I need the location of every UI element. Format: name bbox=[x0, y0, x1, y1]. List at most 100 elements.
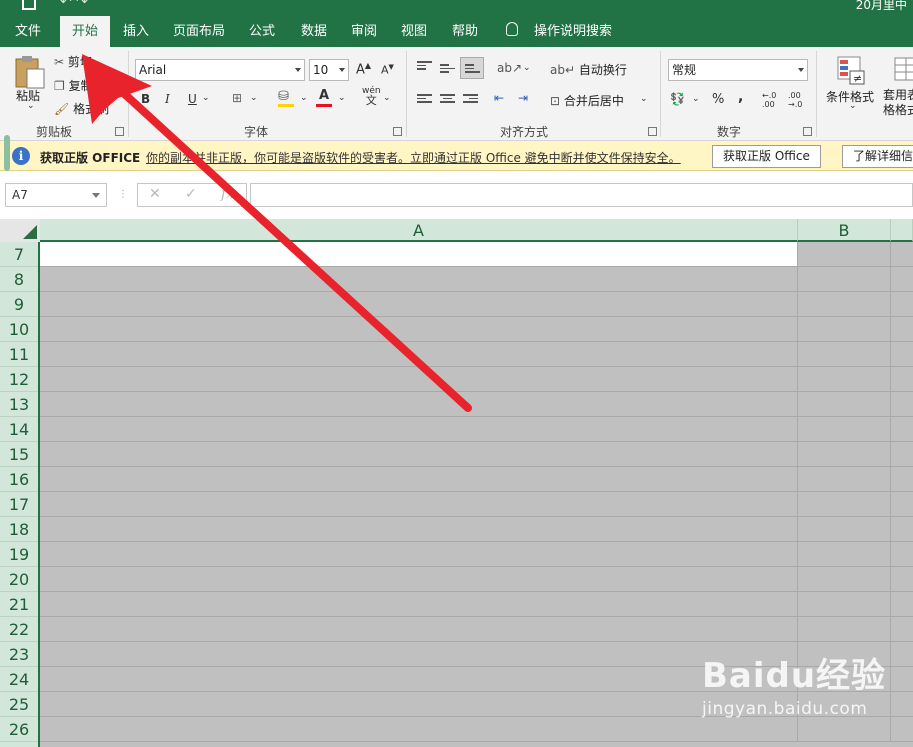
paste-dropdown-icon[interactable]: ⌄ bbox=[27, 101, 35, 111]
wrap-text-button[interactable]: ab↵ 自动换行 bbox=[550, 61, 627, 78]
merge-center-button[interactable]: ⊡ 合并后居中 bbox=[550, 92, 624, 109]
orientation-icon[interactable]: ab↗ bbox=[497, 61, 522, 75]
enter-icon[interactable]: ✓ bbox=[185, 186, 197, 202]
cell-c[interactable] bbox=[891, 542, 913, 566]
tab-formulas[interactable]: 公式 bbox=[240, 16, 284, 47]
cell-c[interactable] bbox=[891, 617, 913, 641]
cell-a[interactable] bbox=[40, 542, 798, 566]
accounting-dropdown-icon[interactable]: ⌄ bbox=[692, 94, 700, 104]
cell-c[interactable] bbox=[891, 592, 913, 616]
cell-a[interactable] bbox=[40, 692, 798, 716]
column-header-c[interactable] bbox=[891, 219, 913, 242]
cell-a[interactable] bbox=[40, 317, 798, 341]
undo-redo-icons[interactable]: ↶ ↷ bbox=[60, 0, 88, 10]
row-header[interactable]: 22 bbox=[0, 617, 38, 642]
cell-c[interactable] bbox=[891, 442, 913, 466]
row-header[interactable]: 14 bbox=[0, 417, 38, 442]
save-icon[interactable] bbox=[22, 0, 36, 10]
row-header[interactable]: 15 bbox=[0, 442, 38, 467]
cell-b[interactable] bbox=[798, 542, 891, 566]
name-box[interactable]: A7 bbox=[5, 183, 107, 207]
comma-button[interactable]: , bbox=[738, 89, 743, 105]
fill-dropdown-icon[interactable]: ⌄ bbox=[300, 93, 308, 103]
row-header[interactable]: 13 bbox=[0, 392, 38, 417]
tab-insert[interactable]: 插入 bbox=[114, 16, 158, 47]
number-format-select[interactable]: 常规 bbox=[668, 59, 808, 81]
cell-c[interactable] bbox=[891, 342, 913, 366]
align-bottom-button[interactable] bbox=[460, 57, 484, 79]
warning-message-link[interactable]: 你的副本并非正版，你可能是盗版软件的受害者。立即通过正版 Office 避免中断… bbox=[146, 149, 681, 166]
align-center-icon[interactable] bbox=[440, 94, 455, 106]
border-dropdown-icon[interactable]: ⌄ bbox=[250, 93, 258, 103]
formula-bar-handle-icon[interactable]: ⋮ bbox=[118, 189, 128, 200]
cell-b[interactable] bbox=[798, 392, 891, 416]
row-header[interactable]: 10 bbox=[0, 317, 38, 342]
cell-b[interactable] bbox=[798, 592, 891, 616]
row-header[interactable]: 7 bbox=[0, 242, 38, 267]
row-header[interactable]: 26 bbox=[0, 717, 38, 742]
cell-a[interactable] bbox=[40, 342, 798, 366]
cell-c[interactable] bbox=[891, 367, 913, 391]
cell-b[interactable] bbox=[798, 417, 891, 441]
cancel-icon[interactable]: ✕ bbox=[149, 186, 161, 202]
cell-a[interactable] bbox=[40, 617, 798, 641]
cell-b[interactable] bbox=[798, 292, 891, 316]
accounting-format-icon[interactable]: 💱 bbox=[670, 92, 685, 106]
get-genuine-office-button[interactable]: 获取正版 Office bbox=[712, 145, 821, 168]
row-header[interactable]: 24 bbox=[0, 667, 38, 692]
align-left-icon[interactable] bbox=[417, 94, 432, 106]
row-header[interactable]: 18 bbox=[0, 517, 38, 542]
number-launcher-icon[interactable] bbox=[803, 127, 812, 136]
cell-c[interactable] bbox=[891, 717, 913, 741]
phonetic-dropdown-icon[interactable]: ⌄ bbox=[383, 93, 391, 103]
cell-c[interactable] bbox=[891, 467, 913, 491]
cell-a[interactable] bbox=[40, 517, 798, 541]
cell-b[interactable] bbox=[798, 442, 891, 466]
cell-a[interactable] bbox=[40, 492, 798, 516]
tab-file[interactable]: 文件 bbox=[6, 16, 50, 47]
paste-icon[interactable] bbox=[14, 55, 46, 89]
cell-c[interactable] bbox=[891, 292, 913, 316]
cell-c[interactable] bbox=[891, 267, 913, 291]
percent-button[interactable]: % bbox=[712, 92, 724, 107]
row-header[interactable]: 8 bbox=[0, 267, 38, 292]
align-middle-icon[interactable] bbox=[440, 64, 455, 76]
font-color-button[interactable]: A bbox=[316, 88, 334, 107]
decrease-font-size-button[interactable]: A▼ bbox=[381, 63, 394, 77]
italic-button[interactable]: I bbox=[165, 92, 170, 106]
select-all-corner[interactable] bbox=[0, 219, 40, 242]
cell-a[interactable] bbox=[40, 367, 798, 391]
copy-button[interactable]: ❐ 复制 bbox=[54, 77, 93, 94]
bold-button[interactable]: B bbox=[141, 92, 150, 106]
increase-font-size-button[interactable]: A▲ bbox=[356, 61, 371, 77]
cell-c[interactable] bbox=[891, 692, 913, 716]
format-painter-button[interactable]: 🖌 格式刷 bbox=[54, 100, 109, 117]
row-header[interactable]: 21 bbox=[0, 592, 38, 617]
cell-a[interactable] bbox=[40, 467, 798, 491]
name-box-dropdown-icon[interactable] bbox=[92, 193, 100, 198]
tab-home[interactable]: 开始 bbox=[60, 16, 110, 47]
row-header[interactable]: 12 bbox=[0, 367, 38, 392]
conditional-formatting-icon[interactable]: ≠ bbox=[836, 55, 866, 85]
cell-c[interactable] bbox=[891, 242, 913, 266]
font-launcher-icon[interactable] bbox=[393, 127, 402, 136]
cell-b[interactable] bbox=[798, 242, 891, 266]
align-right-icon[interactable] bbox=[463, 94, 478, 106]
learn-more-button[interactable]: 了解详细信息 bbox=[842, 145, 913, 168]
cut-button[interactable]: ✂ 剪切 bbox=[54, 53, 92, 70]
cell-a[interactable] bbox=[40, 417, 798, 441]
cell-c[interactable] bbox=[891, 567, 913, 591]
cell-b[interactable] bbox=[798, 567, 891, 591]
font-size-select[interactable]: 10 bbox=[309, 59, 349, 81]
cell-b[interactable] bbox=[798, 342, 891, 366]
cell-c[interactable] bbox=[891, 392, 913, 416]
cell-b[interactable] bbox=[798, 267, 891, 291]
phonetic-button[interactable]: wén 文 bbox=[362, 87, 381, 107]
decrease-indent-icon[interactable]: ⇤ bbox=[494, 91, 504, 105]
cell-b[interactable] bbox=[798, 467, 891, 491]
row-header[interactable]: 25 bbox=[0, 692, 38, 717]
row-header[interactable]: 20 bbox=[0, 567, 38, 592]
cell-b[interactable] bbox=[798, 517, 891, 541]
cell-c[interactable] bbox=[891, 667, 913, 691]
cell-a[interactable] bbox=[40, 292, 798, 316]
